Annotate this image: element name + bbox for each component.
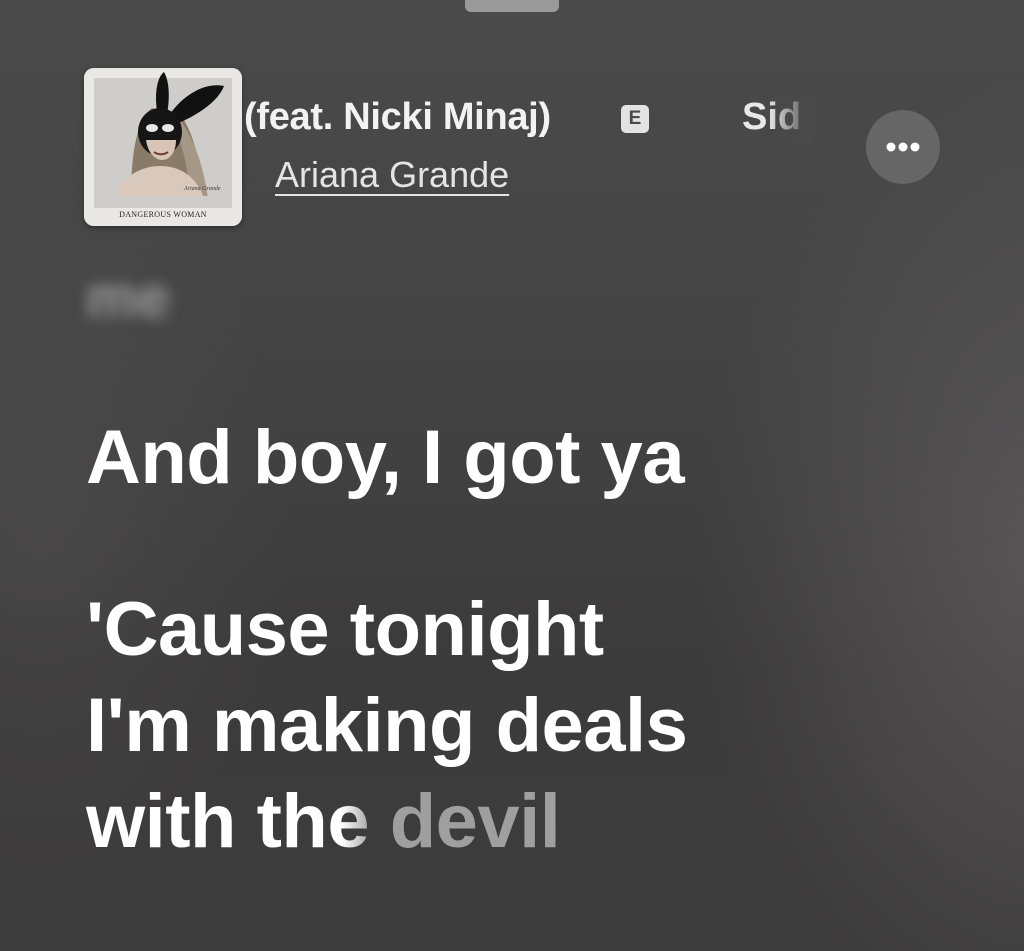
current-lyric-line[interactable]: 'Cause tonight I'm making deals with the… xyxy=(86,582,688,870)
album-art-caption: DANGEROUS WOMAN xyxy=(119,210,207,219)
lyric-text: I'm making deals xyxy=(86,683,688,768)
album-art-image: Ariana Grande xyxy=(84,68,242,226)
marquee-fade xyxy=(768,94,812,144)
song-title: (feat. Nicki Minaj) xyxy=(244,96,551,138)
lyric-text-progress: with the devil xyxy=(86,774,687,870)
album-artwork[interactable]: Ariana Grande DANGEROUS WOMAN xyxy=(84,68,242,226)
ellipsis-icon xyxy=(886,142,920,152)
lyric-text: 'Cause tonight xyxy=(86,587,604,672)
lyric-unsung-part: devil xyxy=(369,779,561,864)
song-title-marquee[interactable]: (feat. Nicki Minaj) E Sid xyxy=(244,94,812,144)
lyric-line[interactable]: And boy, I got ya xyxy=(86,410,685,506)
lyric-text: And boy, I got ya xyxy=(86,415,685,500)
explicit-icon: E xyxy=(621,105,649,133)
lyric-transition-part: e xyxy=(327,779,370,864)
now-playing-header: Ariana Grande DANGEROUS WOMAN (feat. Nic… xyxy=(0,0,1024,240)
previous-lyric-line[interactable]: me xyxy=(86,264,170,331)
svg-text:Ariana Grande: Ariana Grande xyxy=(183,186,221,192)
lyric-sung-part: with th xyxy=(86,779,328,864)
artist-link[interactable]: Ariana Grande xyxy=(275,154,509,196)
more-options-button[interactable] xyxy=(866,110,940,184)
